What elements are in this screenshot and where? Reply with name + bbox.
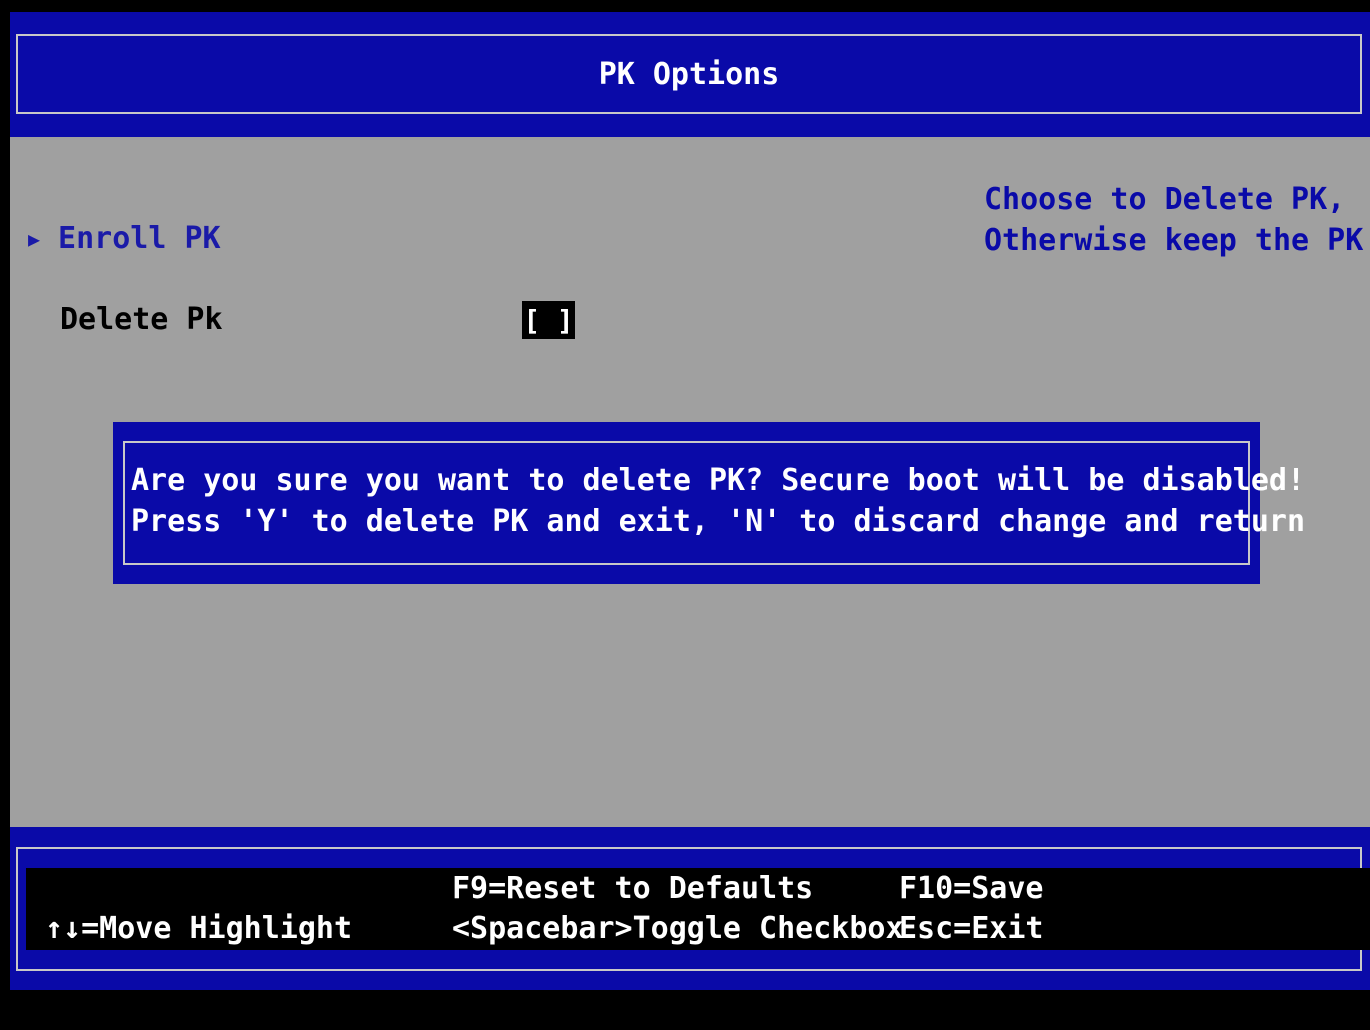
header-frame: PK Options: [16, 34, 1362, 114]
menu-item-enroll-pk[interactable]: ▶ Enroll PK: [28, 221, 221, 256]
confirm-dialog: Are you sure you want to delete PK? Secu…: [113, 422, 1305, 584]
key-help-panel: ↑↓=Move Highlight F9=Reset to Defaults <…: [26, 868, 1370, 950]
key-hint-toggle-checkbox: <Spacebar>Toggle Checkbox: [452, 911, 904, 946]
confirm-dialog-frame: Are you sure you want to delete PK? Secu…: [123, 441, 1305, 565]
dialog-message-line-1: Are you sure you want to delete PK? Secu…: [131, 463, 1305, 498]
right-triangle-arrow-icon: ▶: [28, 226, 41, 251]
help-line-1: Choose to Delete PK,: [984, 182, 1346, 217]
dialog-message-line-2: Press 'Y' to delete PK and exit, 'N' to …: [131, 504, 1305, 539]
key-hint-reset-defaults: F9=Reset to Defaults: [452, 871, 814, 906]
main-panel: ▶ Enroll PK Delete Pk [ ] Choose to Dele…: [10, 137, 1370, 827]
bottom-black-bar: [0, 990, 1370, 1030]
page-title: PK Options: [598, 56, 780, 92]
header-bar: PK Options: [10, 12, 1370, 137]
key-hint-save: F10=Save: [899, 871, 1044, 906]
bios-screen: PK Options ▶ Enroll PK Delete Pk [ ] Cho…: [0, 0, 1370, 1030]
menu-item-delete-pk[interactable]: Delete Pk: [60, 302, 223, 337]
footer-bar: ↑↓=Move Highlight F9=Reset to Defaults <…: [10, 827, 1370, 990]
key-hint-exit: Esc=Exit: [899, 911, 1044, 946]
menu-item-label: Enroll PK: [58, 221, 221, 256]
key-hint-move-highlight: ↑↓=Move Highlight: [45, 911, 353, 946]
delete-pk-checkbox[interactable]: [ ]: [522, 301, 575, 339]
help-text: Choose to Delete PK, Otherwise keep the …: [984, 179, 1363, 261]
help-line-2: Otherwise keep the PK: [984, 223, 1364, 258]
